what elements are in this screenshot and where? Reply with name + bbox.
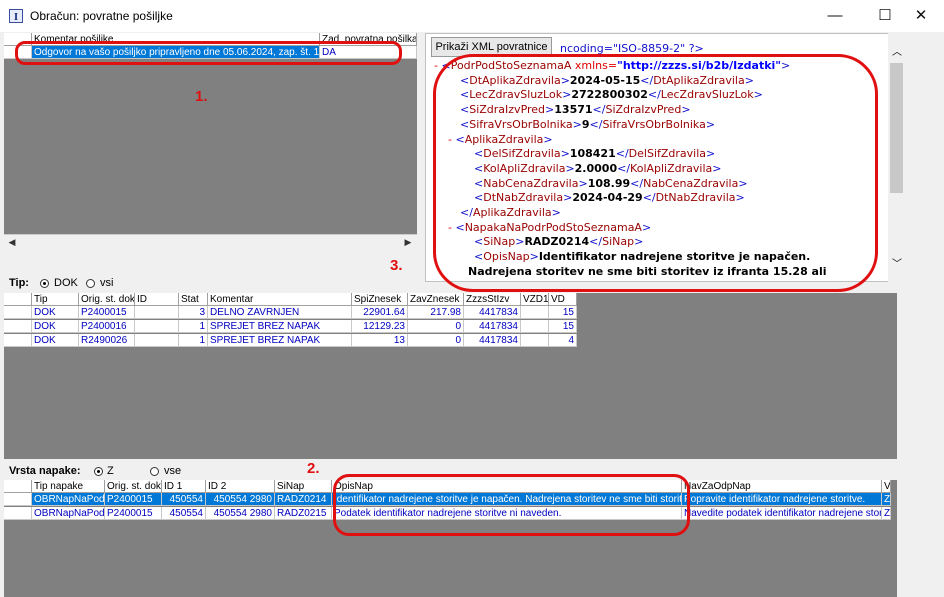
vrsta-option-z: Z [107, 465, 114, 477]
table-cell[interactable]: R2490026 [79, 334, 135, 347]
table-cell[interactable]: 450554 2980 [206, 507, 275, 520]
table-cell[interactable]: Popravite identifikator nadrejene storit… [682, 493, 882, 506]
table-cell[interactable]: DOK [32, 306, 79, 319]
table-cell[interactable]: RADZ0214 [275, 493, 332, 506]
col-header[interactable]: ZavZnesek [408, 293, 464, 306]
table-cell[interactable]: 450554 [162, 493, 206, 506]
table-cell[interactable]: SPREJET BREZ NAPAK [208, 334, 352, 347]
table-cell[interactable] [521, 334, 549, 347]
table-cell[interactable]: OBRNapNaPodrl [32, 507, 105, 520]
xml-vertical-scrollbar[interactable]: ︿ ﹀ [888, 33, 905, 282]
scroll-thumb[interactable] [890, 63, 903, 193]
table-cell[interactable]: Z [882, 507, 891, 520]
col-header[interactable]: VD [549, 293, 577, 306]
table-cell[interactable]: P2400015 [79, 306, 135, 319]
vrsta-napake-label: Vrsta napake: [9, 465, 81, 477]
row-indicator[interactable] [4, 334, 32, 347]
table-cell[interactable]: RADZ0215 [275, 507, 332, 520]
highlight-oval-1 [15, 41, 402, 65]
row-indicator[interactable] [4, 493, 32, 506]
scroll-left-icon[interactable]: ◀ [5, 235, 19, 249]
table-cell[interactable]: DOK [32, 320, 79, 333]
documents-grid: Tip Orig. st. dok. ID Stat Komentar SpiZnesek… [4, 293, 897, 459]
table-cell[interactable]: 217.98 [408, 306, 464, 319]
window-title: Obračun: povratne pošiljke [30, 9, 173, 23]
tip-option-vsi: vsi [100, 277, 114, 289]
scroll-down-icon[interactable]: ﹀ [892, 255, 902, 270]
tip-option-dok: DOK [54, 277, 78, 289]
table-cell[interactable]: DELNO ZAVRNJEN [208, 306, 352, 319]
col-header[interactable]: NavZaOdpNap [682, 480, 882, 493]
row-header-corner [4, 293, 32, 306]
table-cell[interactable]: SPREJET BREZ NAPAK [208, 320, 352, 333]
table-cell[interactable]: 15 [549, 320, 577, 333]
highlight-oval-2 [333, 474, 690, 536]
row-indicator[interactable] [4, 320, 32, 333]
col-header[interactable]: ID [135, 293, 179, 306]
col-header[interactable]: Orig. st. dok. [79, 293, 135, 306]
table-cell[interactable]: 1 [179, 334, 208, 347]
table-cell[interactable]: 13 [352, 334, 408, 347]
table-cell[interactable]: P2400015 [105, 507, 162, 520]
close-button[interactable]: ✕ [898, 0, 944, 32]
table-cell[interactable] [521, 320, 549, 333]
table-cell[interactable]: 4417834 [464, 334, 521, 347]
table-cell[interactable]: 3 [179, 306, 208, 319]
row-header-corner [4, 480, 32, 493]
tip-label: Tip: [9, 277, 29, 289]
highlight-oval-3 [433, 54, 878, 292]
table-cell[interactable]: OBRNapNaPodrl [32, 493, 105, 506]
table-cell[interactable]: 4417834 [464, 306, 521, 319]
collapse-toggle[interactable]: - [434, 59, 438, 72]
scroll-right-icon[interactable]: ▶ [401, 235, 415, 249]
col-header[interactable]: ZzzsStIzv [464, 293, 521, 306]
col-header[interactable]: Komentar [208, 293, 352, 306]
col-header[interactable]: Orig. st. dok. [105, 480, 162, 493]
table-cell[interactable]: 22901.64 [352, 306, 408, 319]
annotation-3: 3. [390, 257, 403, 274]
table-cell[interactable]: 450554 2980 [206, 493, 275, 506]
table-cell[interactable]: 15 [549, 306, 577, 319]
row-indicator[interactable] [4, 306, 32, 319]
col-header[interactable]: Stat [179, 293, 208, 306]
table-cell[interactable] [135, 320, 179, 333]
vrsta-option-vse: vse [164, 465, 182, 477]
col-header[interactable]: SiNap [275, 480, 332, 493]
tip-radio-vsi[interactable] [86, 279, 95, 288]
table-cell[interactable]: DOK [32, 334, 79, 347]
table-cell[interactable]: Z [882, 493, 891, 506]
annotation-2: 2. [307, 460, 320, 477]
table-cell[interactable]: P2400016 [79, 320, 135, 333]
col-header[interactable]: VZD1 [521, 293, 549, 306]
table-cell[interactable]: 450554 [162, 507, 206, 520]
app-icon: I [9, 9, 23, 23]
col-header[interactable]: Tip [32, 293, 79, 306]
scroll-up-icon[interactable]: ︿ [892, 43, 902, 58]
vrsta-radio-vse[interactable] [150, 467, 159, 476]
col-header[interactable]: V [882, 480, 891, 493]
minimize-button[interactable]: — [812, 0, 858, 32]
row-indicator[interactable] [4, 507, 32, 520]
table-cell[interactable] [521, 306, 549, 319]
table-cell[interactable]: Navedite podatek identifikator nadrejene… [682, 507, 882, 520]
horizontal-scrollbar[interactable]: ◀ ▶ [4, 234, 417, 250]
table-cell[interactable]: 12129.23 [352, 320, 408, 333]
table-cell[interactable] [135, 306, 179, 319]
col-header[interactable]: ID 2 [206, 480, 275, 493]
col-header[interactable]: ID 1 [162, 480, 206, 493]
col-header[interactable]: SpiZnesek [352, 293, 408, 306]
tip-radio-dok[interactable] [40, 279, 49, 288]
vrsta-radio-z[interactable] [94, 467, 103, 476]
table-cell[interactable] [135, 334, 179, 347]
table-cell[interactable]: 1 [179, 320, 208, 333]
table-cell[interactable]: 4 [549, 334, 577, 347]
annotation-1: 1. [195, 88, 208, 105]
table-cell[interactable]: P2400015 [105, 493, 162, 506]
table-cell[interactable]: 4417834 [464, 320, 521, 333]
table-cell[interactable]: 0 [408, 334, 464, 347]
col-header[interactable]: Tip napake [32, 480, 105, 493]
table-cell[interactable]: 0 [408, 320, 464, 333]
